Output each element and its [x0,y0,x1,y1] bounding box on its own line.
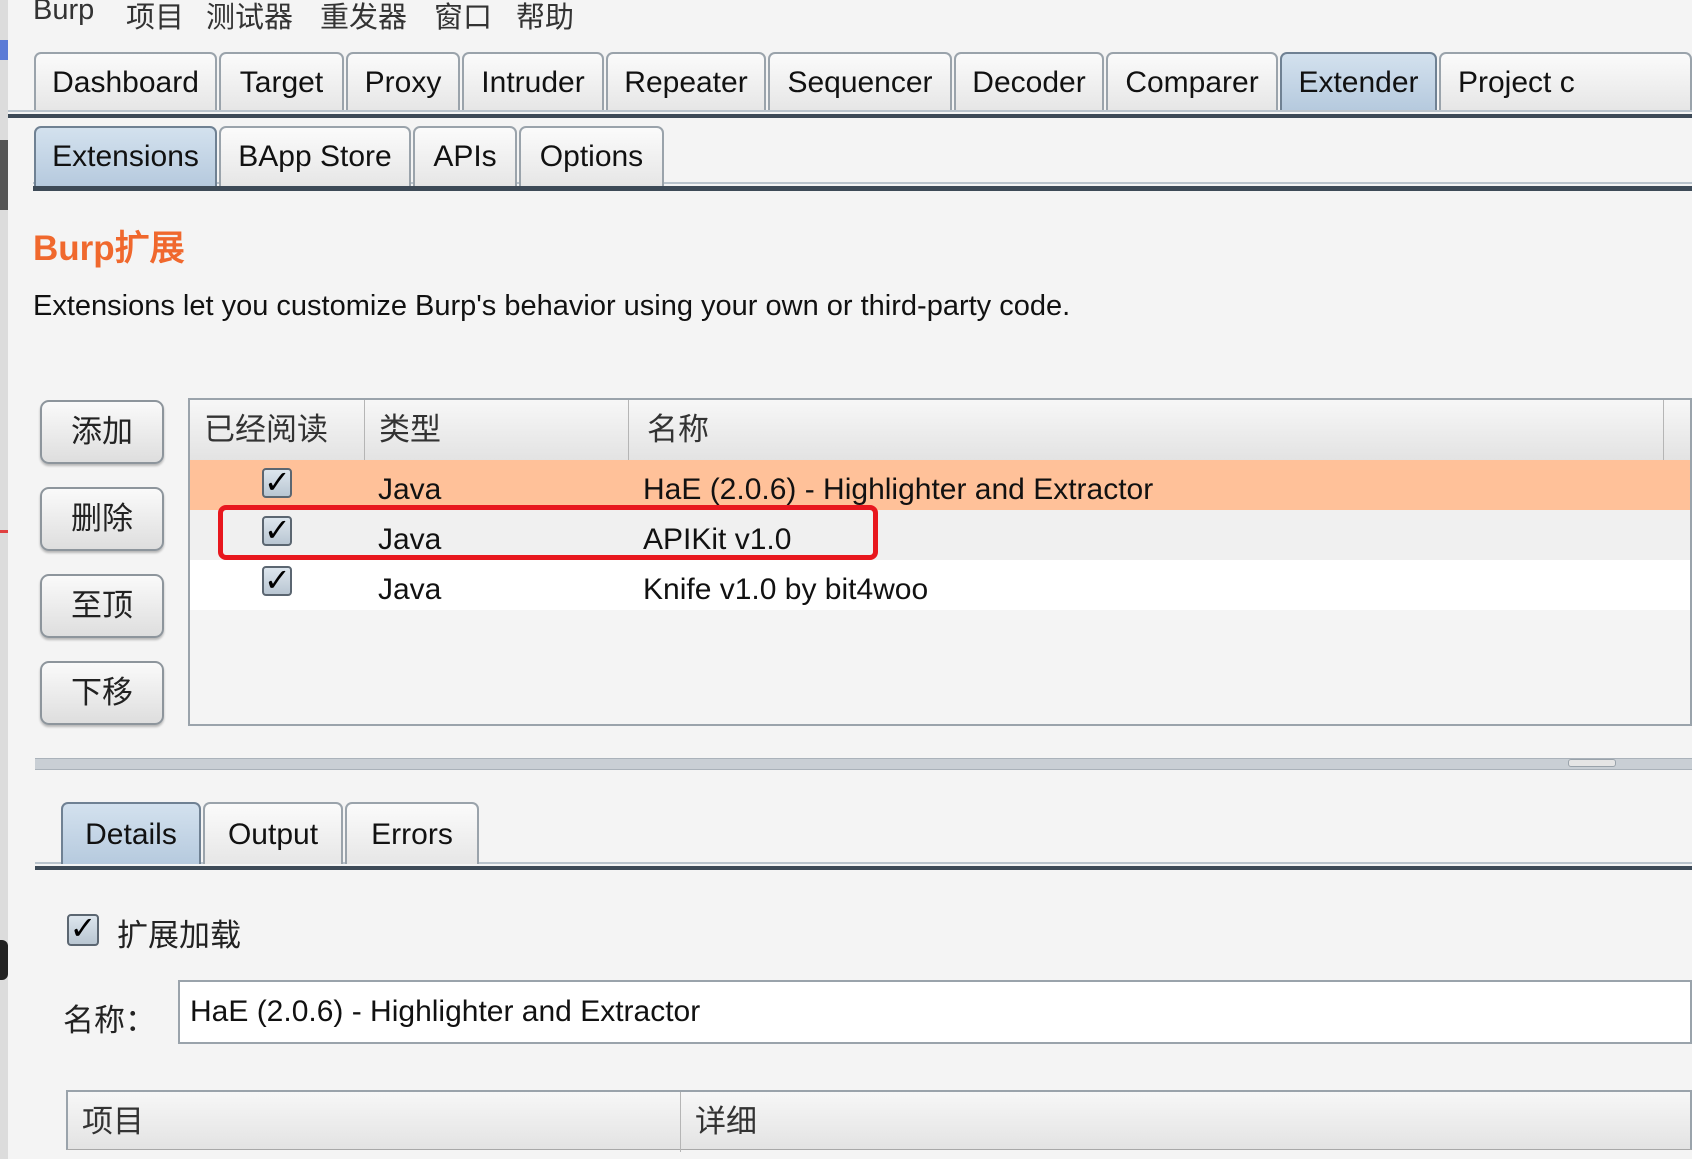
tab-dashboard[interactable]: Dashboard [34,52,217,110]
tab-comparer[interactable]: Comparer [1106,52,1278,110]
table-row[interactable]: ✓ Java Knife v1.0 by bit4woo [190,560,1690,610]
tab-project-options[interactable]: Project c [1439,52,1692,110]
tab-sequencer[interactable]: Sequencer [768,52,952,110]
tab-extensions[interactable]: Extensions [34,126,217,186]
name-label: 名称： [63,1003,156,1039]
pane-splitter[interactable] [35,758,1692,770]
remove-button[interactable]: 删除 [40,487,164,551]
tab-output[interactable]: Output [203,802,343,864]
column-header-loaded[interactable]: 已经阅读 [190,400,365,460]
tab-repeater[interactable]: Repeater [606,52,766,110]
page-title: Burp扩展 [33,229,185,268]
tab-proxy[interactable]: Proxy [346,52,460,110]
menu-bar: Burp 项目 测试器 重发器 窗口 帮助 [8,0,1692,38]
column-header-item[interactable]: 项目 [68,1092,681,1152]
menu-project[interactable]: 项目 [126,0,184,36]
tab-options[interactable]: Options [519,126,664,186]
extension-name: Knife v1.0 by bit4woo [643,573,929,606]
menu-window[interactable]: 窗口 [434,0,492,36]
column-header-name[interactable]: 名称 [629,400,1664,460]
background-window-edge [0,0,8,1159]
extension-name: HaE (2.0.6) - Highlighter and Extractor [643,473,1154,506]
extension-type: Java [378,473,442,506]
move-up-button[interactable]: 至顶 [40,574,164,638]
add-button[interactable]: 添加 [40,400,164,464]
tab-apis[interactable]: APIs [413,126,517,186]
tab-extender[interactable]: Extender [1280,52,1437,110]
tab-bapp-store[interactable]: BApp Store [219,126,411,186]
splitter-grip[interactable] [1568,759,1616,767]
tab-target[interactable]: Target [219,52,344,110]
tab-decoder[interactable]: Decoder [954,52,1104,110]
extensions-table[interactable]: 已经阅读 类型 名称 ✓ Java HaE (2.0.6) - Highligh… [188,398,1692,726]
tab-errors[interactable]: Errors [345,802,479,864]
column-header-detail[interactable]: 详细 [681,1092,1690,1152]
tab-details[interactable]: Details [61,802,201,864]
menu-tester[interactable]: 测试器 [206,0,293,36]
extensions-table-header: 已经阅读 类型 名称 [190,400,1690,461]
page-description: Extensions let you customize Burp's beha… [33,290,1071,322]
tab-intruder[interactable]: Intruder [462,52,604,110]
menu-burp[interactable]: Burp [33,0,94,27]
details-table-header: 项目 详细 [66,1090,1692,1152]
detail-tabs-underline [35,866,1692,870]
menu-help[interactable]: 帮助 [516,0,574,36]
move-down-button[interactable]: 下移 [40,661,164,725]
extension-loaded-checkbox[interactable]: ✓ [67,912,99,946]
loaded-checkbox[interactable]: ✓ [262,564,292,596]
annotation-highlight-box [218,505,878,560]
table-row[interactable]: ✓ Java HaE (2.0.6) - Highlighter and Ext… [190,460,1690,510]
extension-name-field[interactable]: HaE (2.0.6) - Highlighter and Extractor [178,980,1692,1044]
column-header-type[interactable]: 类型 [365,400,629,460]
extension-loaded-label: 扩展加载 [117,918,241,954]
top-tabs-underline [8,114,1692,118]
sub-tabs-underline [33,186,1692,191]
menu-repeater[interactable]: 重发器 [320,0,407,36]
loaded-checkbox[interactable]: ✓ [262,466,292,498]
extension-type: Java [378,573,442,606]
